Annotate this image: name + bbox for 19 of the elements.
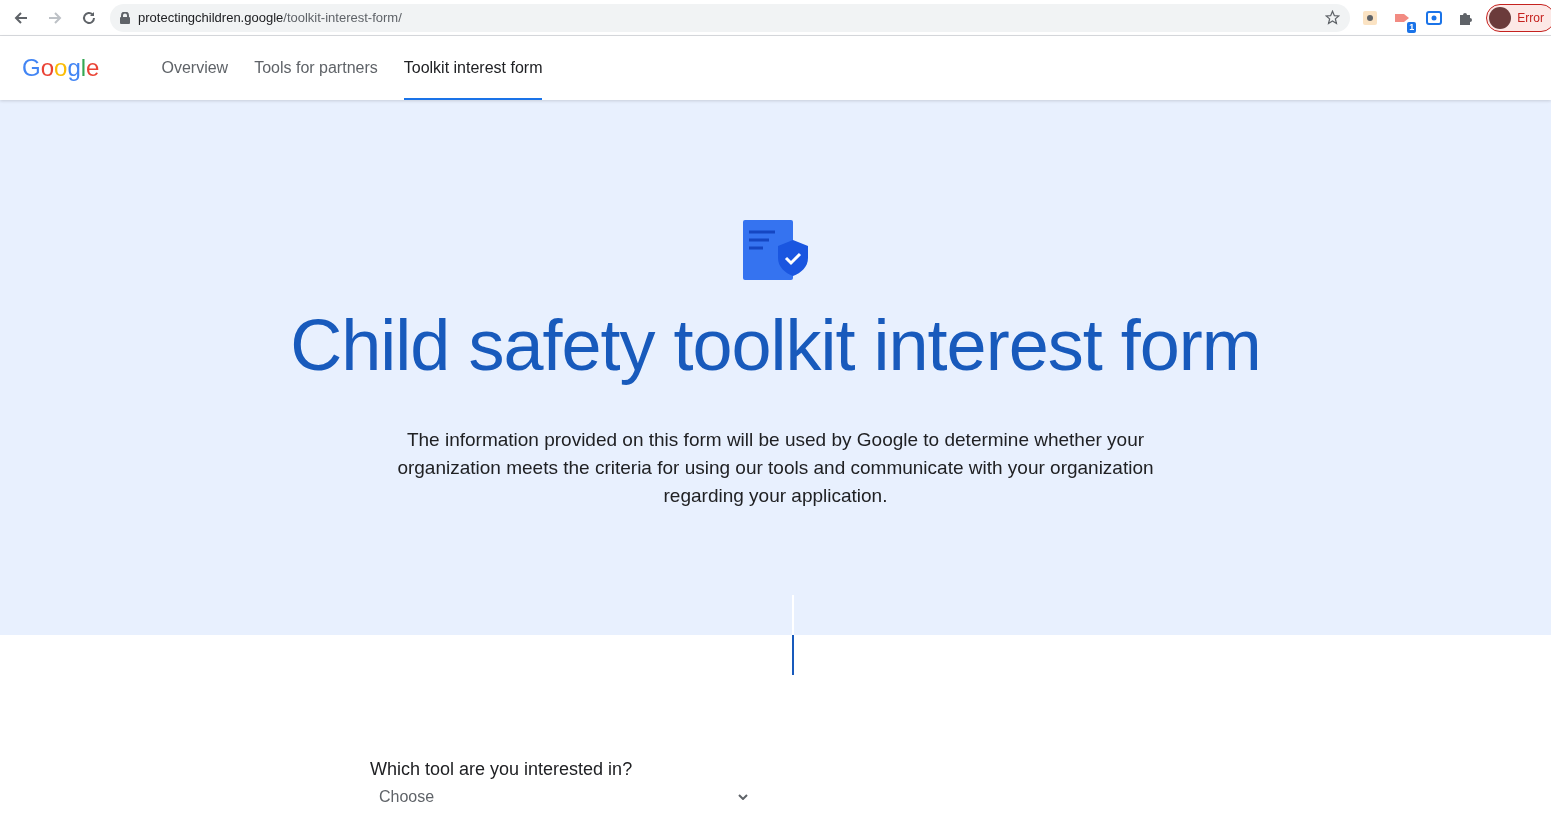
chevron-down-icon: [738, 794, 748, 800]
reload-icon[interactable]: [81, 9, 97, 26]
extension-badge: 1: [1407, 21, 1417, 33]
nav-tab[interactable]: Overview: [161, 36, 229, 100]
description-text: The information provided on this form will be used by Google to determine whether your organization meets the criteria for using our tools and communicate with your organization regarding your application.: [396, 428, 1155, 508]
lock-icon: [120, 11, 130, 24]
back-arrow-icon[interactable]: [13, 9, 29, 26]
address-bar[interactable]: protectingchildren.google/toolkit-interest-form/: [110, 3, 1351, 32]
google-logo[interactable]: Google: [22, 54, 100, 82]
record-extension-icon[interactable]: [1426, 10, 1443, 25]
star-icon[interactable]: [1325, 10, 1341, 25]
profile-button[interactable]: Error: [1486, 3, 1551, 32]
page-title: Child safety toolkit interest form: [290, 304, 1261, 386]
document-shield-icon: [742, 220, 809, 280]
tool-select[interactable]: Choose: [370, 788, 756, 806]
camera-extension-icon[interactable]: [1362, 9, 1379, 26]
nav-tab[interactable]: Tools for partners: [254, 36, 378, 100]
question-label: Which tool are you interested in?: [370, 759, 634, 780]
url-text: protectingchildren.google/toolkit-interest-form/: [138, 10, 403, 25]
